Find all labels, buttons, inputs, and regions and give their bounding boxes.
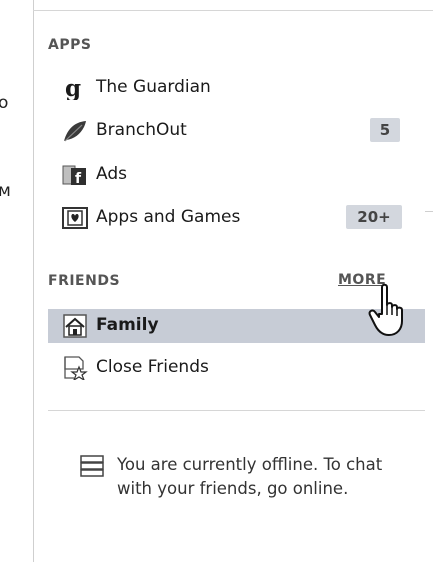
sidebar-item-label: Apps and Games: [96, 207, 241, 227]
chat-offline-message: You are currently offline. To chat with …: [117, 455, 383, 498]
sidebar-item-ads[interactable]: f Ads: [48, 160, 418, 190]
chat-icon: [80, 455, 104, 477]
family-house-icon: [62, 314, 88, 338]
top-divider: [33, 10, 433, 11]
friends-section-title: FRIENDS: [48, 273, 121, 289]
sidebar-item-branchout[interactable]: BranchOut 5: [48, 116, 418, 146]
sidebar-item-close-friends[interactable]: Close Friends: [48, 353, 418, 383]
sidebar-item-label: The Guardian: [96, 77, 211, 97]
sidebar-item-label: Close Friends: [96, 357, 209, 377]
sidebar-item-apps-and-games[interactable]: Apps and Games 20+: [48, 203, 418, 233]
clipped-text-fragment: м: [0, 181, 11, 201]
sidebar-item-label: BranchOut: [96, 120, 187, 140]
hand-cursor-icon: [368, 283, 408, 339]
svg-text:f: f: [75, 171, 82, 187]
sidebar-item-the-guardian[interactable]: g The Guardian: [48, 73, 418, 103]
branchout-leaf-icon: [62, 119, 88, 143]
close-friends-star-icon: [62, 356, 88, 380]
notification-count-badge: 5: [370, 118, 400, 142]
notification-count-badge: 20+: [346, 205, 402, 229]
ads-icon: f: [62, 163, 88, 187]
sidebar-border: [33, 0, 34, 562]
svg-text:g: g: [65, 76, 81, 100]
clipped-text-fragment: o: [0, 93, 9, 113]
right-divider-stub: [425, 211, 433, 212]
guardian-logo-icon: g: [62, 76, 88, 100]
sidebar-item-label: Family: [96, 315, 159, 335]
apps-games-icon: [62, 206, 88, 230]
section-divider: [48, 410, 425, 411]
apps-section-title: APPS: [48, 37, 92, 53]
sidebar-item-label: Ads: [96, 164, 127, 184]
